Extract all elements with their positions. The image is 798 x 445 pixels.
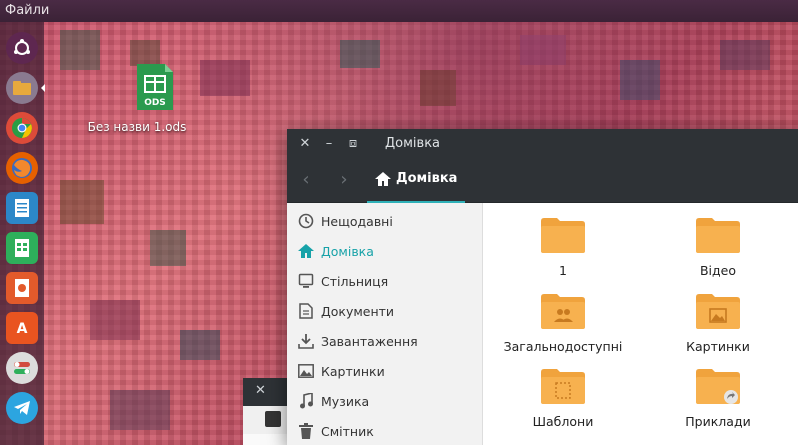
software-center-icon[interactable]: A: [6, 312, 38, 344]
sidebar-item-music[interactable]: Музика: [287, 386, 482, 416]
ubuntu-dash-icon[interactable]: [6, 32, 38, 64]
sidebar-item-label: Документи: [321, 303, 395, 319]
titlebar: ✕ – ⧈ Домівка: [287, 129, 798, 157]
sidebar-item-downloads[interactable]: Завантаження: [287, 326, 482, 356]
folder-icon: [541, 218, 585, 253]
writer-icon[interactable]: [6, 192, 38, 224]
close-icon[interactable]: ✕: [255, 383, 266, 398]
folder-item[interactable]: Відео: [643, 217, 793, 278]
desktop-file-icon[interactable]: ODS Без назви 1.ods: [82, 64, 192, 134]
music-icon: [297, 392, 315, 410]
calc-icon[interactable]: [6, 232, 38, 264]
sidebar-item-label: Картинки: [321, 363, 385, 379]
file-manager-window: ✕ – ⧈ Домівка ‹ › Домівка Нещодавні Домі…: [287, 129, 798, 445]
folder-icon: [696, 218, 740, 253]
folder-label: Загальнодоступні: [503, 339, 623, 354]
desktop-icon: [297, 272, 315, 290]
spreadsheet-file-icon: ODS: [136, 64, 173, 110]
breadcrumb-home[interactable]: Домівка: [367, 157, 466, 203]
sidebar: Нещодавні Домівка Стільниця Документи За…: [287, 203, 483, 445]
settings-icon[interactable]: [6, 352, 38, 384]
folder-link-icon: [696, 369, 740, 404]
clock-icon: [297, 212, 315, 230]
sidebar-item-pictures[interactable]: Картинки: [287, 356, 482, 386]
maximize-icon[interactable]: ⧈: [341, 136, 365, 151]
folder-item[interactable]: 1: [488, 217, 638, 278]
folder-pictures-icon: [696, 294, 740, 329]
folder-label: Шаблони: [532, 414, 594, 429]
close-icon[interactable]: ✕: [293, 136, 317, 151]
breadcrumb-label: Домівка: [396, 171, 458, 186]
trash-icon: [297, 422, 315, 440]
window-title: Домівка: [385, 135, 441, 151]
files-icon[interactable]: [6, 72, 38, 104]
folder-public-icon: [541, 294, 585, 329]
sidebar-item-home[interactable]: Домівка: [287, 236, 482, 266]
folder-label: 1: [559, 263, 567, 278]
minimize-icon[interactable]: –: [317, 136, 341, 151]
impress-icon[interactable]: [6, 272, 38, 304]
folder-item[interactable]: Приклади: [643, 368, 793, 429]
back-button[interactable]: ‹: [287, 169, 325, 190]
svg-text:A: A: [17, 321, 28, 337]
app-menu-title[interactable]: Файли: [5, 3, 49, 18]
folder-label: Картинки: [686, 339, 750, 354]
telegram-icon[interactable]: [6, 392, 38, 424]
media-icon: [265, 411, 281, 427]
background-window[interactable]: ✕: [243, 378, 287, 445]
sidebar-item-documents[interactable]: Документи: [287, 296, 482, 326]
sidebar-item-label: Смітник: [321, 423, 374, 439]
file-view: 1 Відео Загальнодоступні Картинки Шаблон…: [483, 203, 798, 445]
sidebar-item-label: Музика: [321, 393, 370, 409]
folder-item[interactable]: Картинки: [643, 293, 793, 354]
active-indicator: [41, 84, 45, 92]
sidebar-item-label: Домівка: [321, 243, 374, 259]
home-icon: [375, 171, 391, 186]
folder-label: Відео: [699, 263, 737, 278]
top-panel: Файли: [0, 0, 798, 22]
window-bottom: [243, 434, 287, 445]
folder-item[interactable]: Загальнодоступні: [488, 293, 638, 354]
folder-templates-icon: [541, 369, 585, 404]
sidebar-item-recent[interactable]: Нещодавні: [287, 206, 482, 236]
folder-label: Приклади: [685, 414, 751, 429]
sidebar-item-trash[interactable]: Смітник: [287, 416, 482, 445]
sidebar-item-label: Завантаження: [321, 333, 418, 349]
sidebar-item-desktop[interactable]: Стільниця: [287, 266, 482, 296]
document-icon: [297, 302, 315, 320]
home-icon: [297, 242, 315, 260]
sidebar-item-label: Нещодавні: [321, 213, 393, 229]
sidebar-item-label: Стільниця: [321, 273, 389, 289]
folder-item[interactable]: Шаблони: [488, 368, 638, 429]
desktop-file-label: Без назви 1.ods: [87, 120, 187, 134]
toolbar: ‹ › Домівка: [287, 157, 798, 203]
file-type-text: ODS: [144, 98, 166, 108]
download-icon: [297, 332, 315, 350]
chrome-icon[interactable]: [6, 112, 38, 144]
firefox-icon[interactable]: [6, 152, 38, 184]
launcher: A: [0, 22, 45, 445]
image-icon: [297, 362, 315, 380]
forward-button[interactable]: ›: [325, 169, 363, 190]
